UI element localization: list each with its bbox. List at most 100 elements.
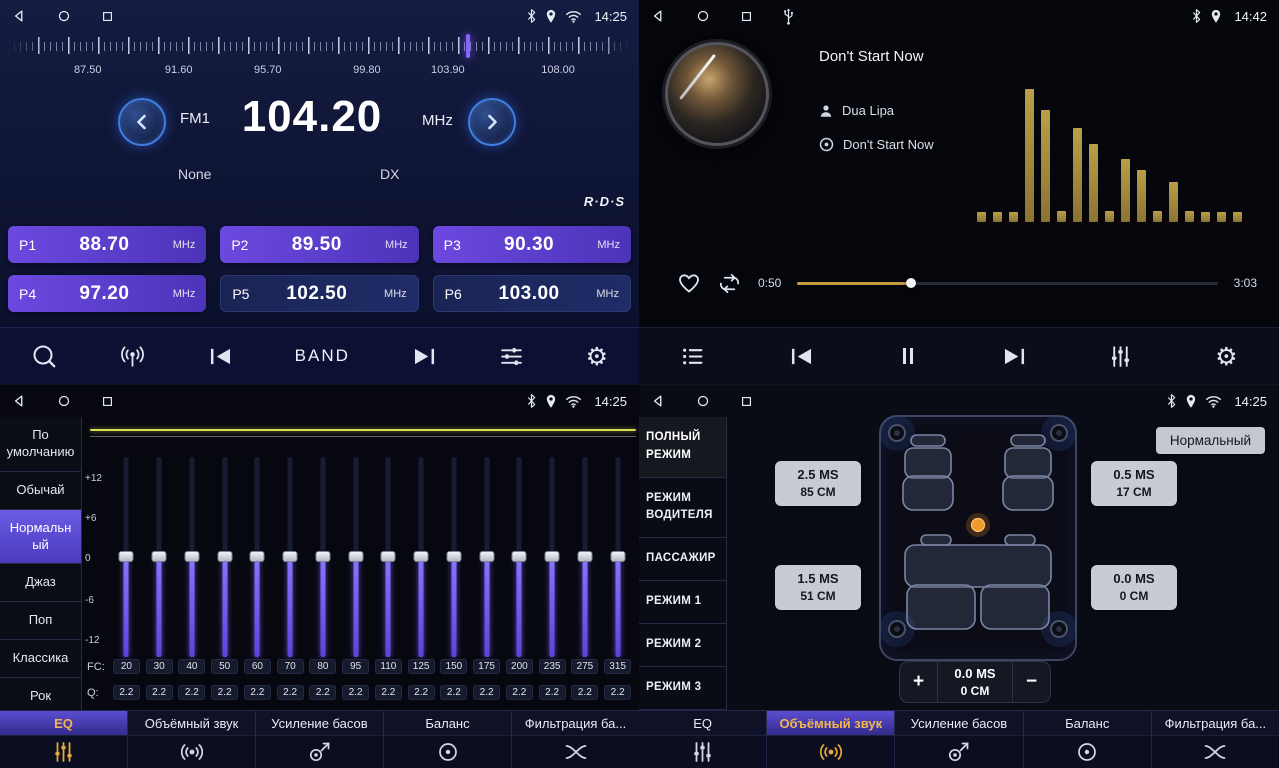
eq-preset-item-4[interactable]: Поп	[0, 602, 81, 640]
tab-eq[interactable]: EQ	[0, 711, 128, 735]
bass-icon[interactable]	[256, 736, 384, 768]
home-icon[interactable]	[696, 9, 710, 23]
eq-band-slider-15[interactable]	[601, 457, 634, 657]
tab-balance[interactable]: Баланс	[384, 711, 512, 735]
slider-handle[interactable]	[315, 551, 330, 562]
broadcast-icon[interactable]	[119, 344, 146, 369]
slider-handle[interactable]	[610, 551, 625, 562]
slider-handle[interactable]	[184, 551, 199, 562]
preset-button-p2[interactable]: P289.50MHz	[220, 226, 418, 263]
recents-icon[interactable]	[740, 395, 753, 408]
filter-icon[interactable]	[512, 736, 639, 768]
slider-handle[interactable]	[348, 551, 363, 562]
favorite-icon[interactable]	[677, 272, 701, 294]
slider-handle[interactable]	[414, 551, 429, 562]
tune-up-button[interactable]	[468, 98, 516, 146]
tab-filter[interactable]: Фильтрация ба...	[512, 711, 639, 735]
back-icon[interactable]	[651, 8, 666, 24]
settings-icon[interactable]: ⚙	[586, 344, 608, 369]
delay-rear-right[interactable]: 0.0 MS 0 CM	[1091, 565, 1177, 610]
tab-surround[interactable]: Объёмный звук	[128, 711, 256, 735]
filter-icon[interactable]	[1152, 736, 1279, 768]
recents-icon[interactable]	[101, 395, 114, 408]
eq-band-slider-0[interactable]	[110, 457, 143, 657]
recents-icon[interactable]	[101, 10, 114, 23]
tab-eq[interactable]: EQ	[639, 711, 767, 735]
equalizer-icon[interactable]	[499, 345, 524, 368]
home-icon[interactable]	[696, 394, 710, 408]
band-button[interactable]: BAND	[295, 346, 350, 366]
eq-band-slider-6[interactable]	[307, 457, 340, 657]
mixer-icon[interactable]	[1109, 344, 1132, 369]
tab-filter[interactable]: Фильтрация ба...	[1152, 711, 1279, 735]
delay-front-right[interactable]: 0.5 MS 17 CM	[1091, 461, 1177, 506]
next-icon[interactable]	[1002, 346, 1027, 367]
tune-down-button[interactable]	[118, 98, 166, 146]
slider-handle[interactable]	[250, 551, 265, 562]
slider-handle[interactable]	[217, 551, 232, 562]
repeat-icon[interactable]	[717, 272, 742, 295]
slider-handle[interactable]	[446, 551, 461, 562]
slider-handle[interactable]	[545, 551, 560, 562]
progress-bar[interactable]	[797, 282, 1217, 285]
eq-band-slider-7[interactable]	[339, 457, 372, 657]
back-icon[interactable]	[12, 393, 27, 409]
eq-band-slider-5[interactable]	[274, 457, 307, 657]
mode-item-1[interactable]: РЕЖИМ ВОДИТЕЛЯ	[639, 478, 726, 539]
preset-button-p3[interactable]: P390.30MHz	[433, 226, 631, 263]
slider-handle[interactable]	[119, 551, 134, 562]
frequency-ruler[interactable]	[8, 36, 631, 62]
eq-band-slider-11[interactable]	[470, 457, 503, 657]
pause-icon[interactable]	[897, 345, 919, 367]
scan-icon[interactable]	[31, 343, 57, 369]
balance-icon[interactable]	[384, 736, 512, 768]
slider-handle[interactable]	[283, 551, 298, 562]
preset-button-p6[interactable]: P6103.00MHz	[433, 275, 631, 312]
eq-preset-item-2[interactable]: Нормальный	[0, 510, 81, 565]
listener-position-dot[interactable]	[966, 513, 990, 537]
preset-button-p5[interactable]: P5102.50MHz	[220, 275, 418, 312]
mode-item-2[interactable]: ПАССАЖИР	[639, 538, 726, 581]
eq-icon[interactable]	[0, 736, 128, 768]
eq-band-slider-10[interactable]	[438, 457, 471, 657]
surround-icon[interactable]	[128, 736, 256, 768]
delay-front-left[interactable]: 2.5 MS 85 CM	[775, 461, 861, 506]
eq-band-slider-9[interactable]	[405, 457, 438, 657]
next-icon[interactable]	[412, 346, 437, 367]
back-icon[interactable]	[12, 8, 27, 24]
eq-preset-item-1[interactable]: Обычай	[0, 472, 81, 510]
eq-preset-item-0[interactable]: По умолчанию	[0, 417, 81, 472]
settings-icon[interactable]: ⚙	[1215, 344, 1237, 369]
slider-handle[interactable]	[381, 551, 396, 562]
tab-balance[interactable]: Баланс	[1024, 711, 1152, 735]
slider-handle[interactable]	[479, 551, 494, 562]
slider-handle[interactable]	[577, 551, 592, 562]
tab-bass[interactable]: Усиление басов	[895, 711, 1023, 735]
preset-button-p4[interactable]: P497.20MHz	[8, 275, 206, 312]
home-icon[interactable]	[57, 394, 71, 408]
frequency-pointer[interactable]	[466, 34, 470, 58]
eq-band-slider-13[interactable]	[536, 457, 569, 657]
eq-band-slider-1[interactable]	[143, 457, 176, 657]
playlist-icon[interactable]	[680, 345, 706, 368]
delay-plus-button[interactable]: +	[900, 662, 938, 702]
mode-item-3[interactable]: РЕЖИМ 1	[639, 581, 726, 624]
back-icon[interactable]	[651, 393, 666, 409]
eq-band-slider-12[interactable]	[503, 457, 536, 657]
surround-icon[interactable]	[767, 736, 895, 768]
eq-band-slider-14[interactable]	[569, 457, 602, 657]
tab-surround[interactable]: Объёмный звук	[767, 711, 895, 735]
tab-bass[interactable]: Усиление басов	[256, 711, 384, 735]
bass-icon[interactable]	[895, 736, 1023, 768]
home-icon[interactable]	[57, 9, 71, 23]
progress-knob[interactable]	[906, 278, 916, 288]
eq-icon[interactable]	[639, 736, 767, 768]
sound-preset-button[interactable]: Нормальный	[1156, 427, 1265, 454]
eq-preset-item-5[interactable]: Классика	[0, 640, 81, 678]
eq-band-slider-4[interactable]	[241, 457, 274, 657]
delay-minus-button[interactable]: −	[1012, 662, 1050, 702]
previous-icon[interactable]	[789, 346, 814, 367]
mode-item-4[interactable]: РЕЖИМ 2	[639, 624, 726, 667]
mode-item-0[interactable]: ПОЛНЫЙ РЕЖИМ	[639, 417, 726, 478]
slider-handle[interactable]	[152, 551, 167, 562]
